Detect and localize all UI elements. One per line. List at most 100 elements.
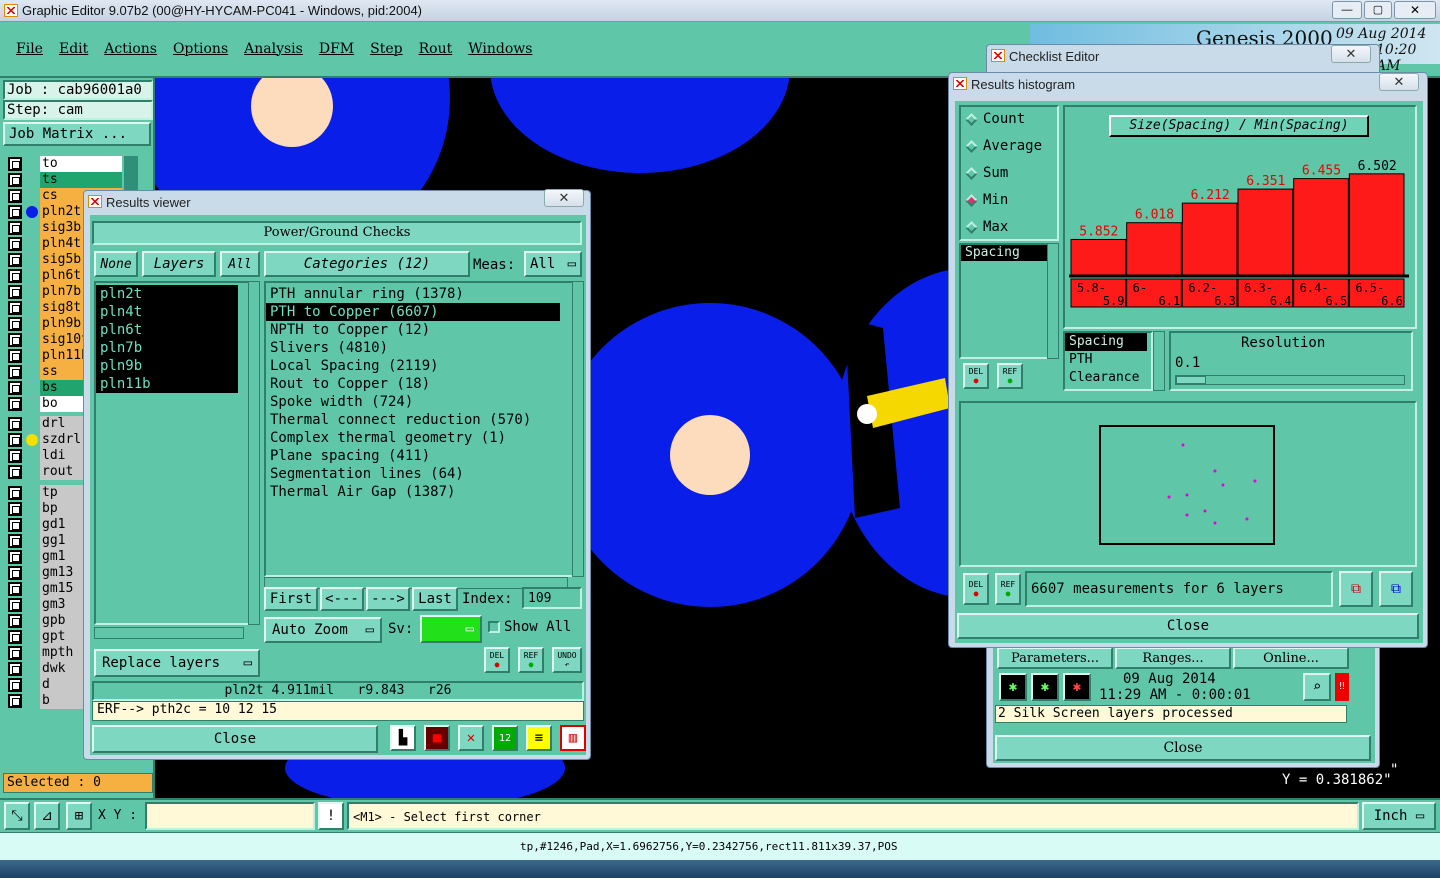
menu-options[interactable]: Options [173,41,228,57]
category-item[interactable]: PTH annular ring (1378) [266,285,560,303]
category-item[interactable]: Thermal connect reduction (570) [266,411,560,429]
layer-list-hscrollbar[interactable] [94,627,244,639]
layer-result-item[interactable]: pln6t [96,321,238,339]
category-item[interactable]: Segmentation lines (64) [266,465,560,483]
layer-checkbox[interactable] [8,582,22,596]
layer-checkbox[interactable] [8,189,22,203]
import-icon[interactable]: ⧉ [1379,571,1413,607]
layer-result-item[interactable]: pln11b [96,375,238,393]
sv-color-select[interactable]: ▭ [420,615,482,643]
checklist-close-button[interactable]: Close [995,735,1371,761]
layer-checkbox[interactable] [8,678,22,692]
hist-ref2-icon[interactable]: REF ● [995,573,1021,605]
layer-results-list[interactable]: pln2t pln4t pln6t pln7b pln9b pln11b [94,281,260,625]
menu-rout[interactable]: Rout [419,41,453,57]
del-icon[interactable]: DEL ● [484,647,510,673]
next-button[interactable]: ---> [366,587,410,611]
layer-checkbox[interactable] [8,349,22,363]
menu-windows[interactable]: Windows [468,41,532,57]
xy-input[interactable] [145,802,315,830]
category-item[interactable]: Slivers (4810) [266,339,560,357]
layer-checkbox[interactable] [8,317,22,331]
layer-result-item[interactable]: pln9b [96,357,238,375]
layer-checkbox[interactable] [8,173,22,187]
layer-checkbox[interactable] [8,502,22,516]
minimize-button[interactable]: — [1332,1,1362,19]
pcb-view-icon[interactable]: ■ [424,725,450,751]
categories-scrollbar[interactable] [572,281,584,577]
layers-button[interactable]: Layers [142,251,216,277]
parameters-button[interactable]: Parameters... [997,647,1113,669]
histogram-bar[interactable] [1070,238,1127,276]
category-item[interactable]: Spoke width (724) [266,393,560,411]
layer-checkbox[interactable] [8,449,22,463]
layer-checkbox[interactable] [8,301,22,315]
hist-del2-icon[interactable]: DEL ● [963,573,989,605]
layer-checkbox[interactable] [8,269,22,283]
unit-select[interactable]: Inch ▭ [1362,802,1436,830]
histogram-bar[interactable] [1181,202,1238,276]
ref-icon[interactable]: REF ● [518,647,544,673]
layer-list-scrollbar[interactable] [248,281,260,625]
layer-checkbox[interactable] [8,486,22,500]
show-all-checkbox[interactable] [488,621,500,633]
replace-layers-select[interactable]: Replace layers ▭ [94,649,260,677]
histogram-bar[interactable] [1126,222,1182,276]
zoom-icon[interactable]: ⌕ [1303,673,1331,701]
index-input[interactable] [522,587,582,609]
last-button[interactable]: Last [412,587,458,611]
ranges-button[interactable]: Ranges... [1115,647,1231,669]
measurement-item[interactable]: PTH [1065,351,1151,369]
layer-checkbox[interactable] [8,237,22,251]
category-item[interactable]: NPTH to Copper (12) [266,321,560,339]
layer-popup-icon[interactable] [124,172,138,188]
run-all-icon[interactable]: ✱ [1031,673,1059,701]
histogram-bar[interactable] [1293,178,1349,276]
layer-result-item[interactable]: pln2t [96,285,238,303]
category-item[interactable]: Complex thermal geometry (1) [266,429,560,447]
layer-checkbox[interactable] [8,157,22,171]
hist-del-icon[interactable]: DEL ● [963,363,989,389]
job-matrix-button[interactable]: Job Matrix ... [3,122,151,146]
categories-list[interactable]: PTH annular ring (1378) PTH to Copper (66… [264,281,584,577]
category-item[interactable]: Plane spacing (411) [266,447,560,465]
meas-select[interactable]: All ▭ [524,251,582,277]
layer-popup-icon[interactable] [124,156,138,172]
histogram-bar[interactable] [1237,188,1294,276]
menu-file[interactable]: File [16,41,43,57]
resolution-slider[interactable] [1175,375,1405,385]
layer-checkbox[interactable] [8,550,22,564]
histogram-bar[interactable] [1348,173,1405,276]
layer-row[interactable]: ts [8,172,148,188]
layer-checkbox[interactable] [8,566,22,580]
layer-result-item[interactable]: pln7b [96,339,238,357]
menu-edit[interactable]: Edit [59,41,88,57]
layer-checkbox[interactable] [8,221,22,235]
layer-checkbox[interactable] [8,614,22,628]
layer-result-item[interactable]: pln4t [96,303,238,321]
histogram-icon[interactable]: ▥ [560,725,586,751]
maximize-button[interactable]: ▢ [1364,1,1392,19]
online-button[interactable]: Online... [1233,647,1349,669]
option-count[interactable]: Count [961,107,1057,134]
measurement-list[interactable]: Spacing PTH Clearance [1063,331,1153,391]
layer-checkbox[interactable] [8,598,22,612]
alert-icon[interactable]: ! [318,802,344,830]
menu-dfm[interactable]: DFM [319,41,354,57]
layer-checkbox[interactable] [8,646,22,660]
histogram-close-button[interactable]: Close [957,613,1419,639]
zoom-box-icon[interactable]: ⤡ [4,802,30,830]
undo-icon[interactable]: UNDO ↶ [552,647,582,673]
layer-name[interactable]: to [40,156,122,172]
run-icon[interactable]: ✱ [999,673,1027,701]
report-icon[interactable]: ≡ [526,725,552,751]
option-sum[interactable]: Sum [961,161,1057,188]
close-button[interactable]: ✕ [1394,1,1436,19]
layer-checkbox[interactable] [8,694,22,708]
category-item[interactable]: PTH to Copper (6607) [266,303,560,321]
category-item[interactable]: Local Spacing (2119) [266,357,560,375]
results-close-button[interactable]: Close [92,725,378,753]
category-item[interactable]: Rout to Copper (18) [266,375,560,393]
layer-checkbox[interactable] [8,205,22,219]
layer-name[interactable]: ts [40,172,122,188]
